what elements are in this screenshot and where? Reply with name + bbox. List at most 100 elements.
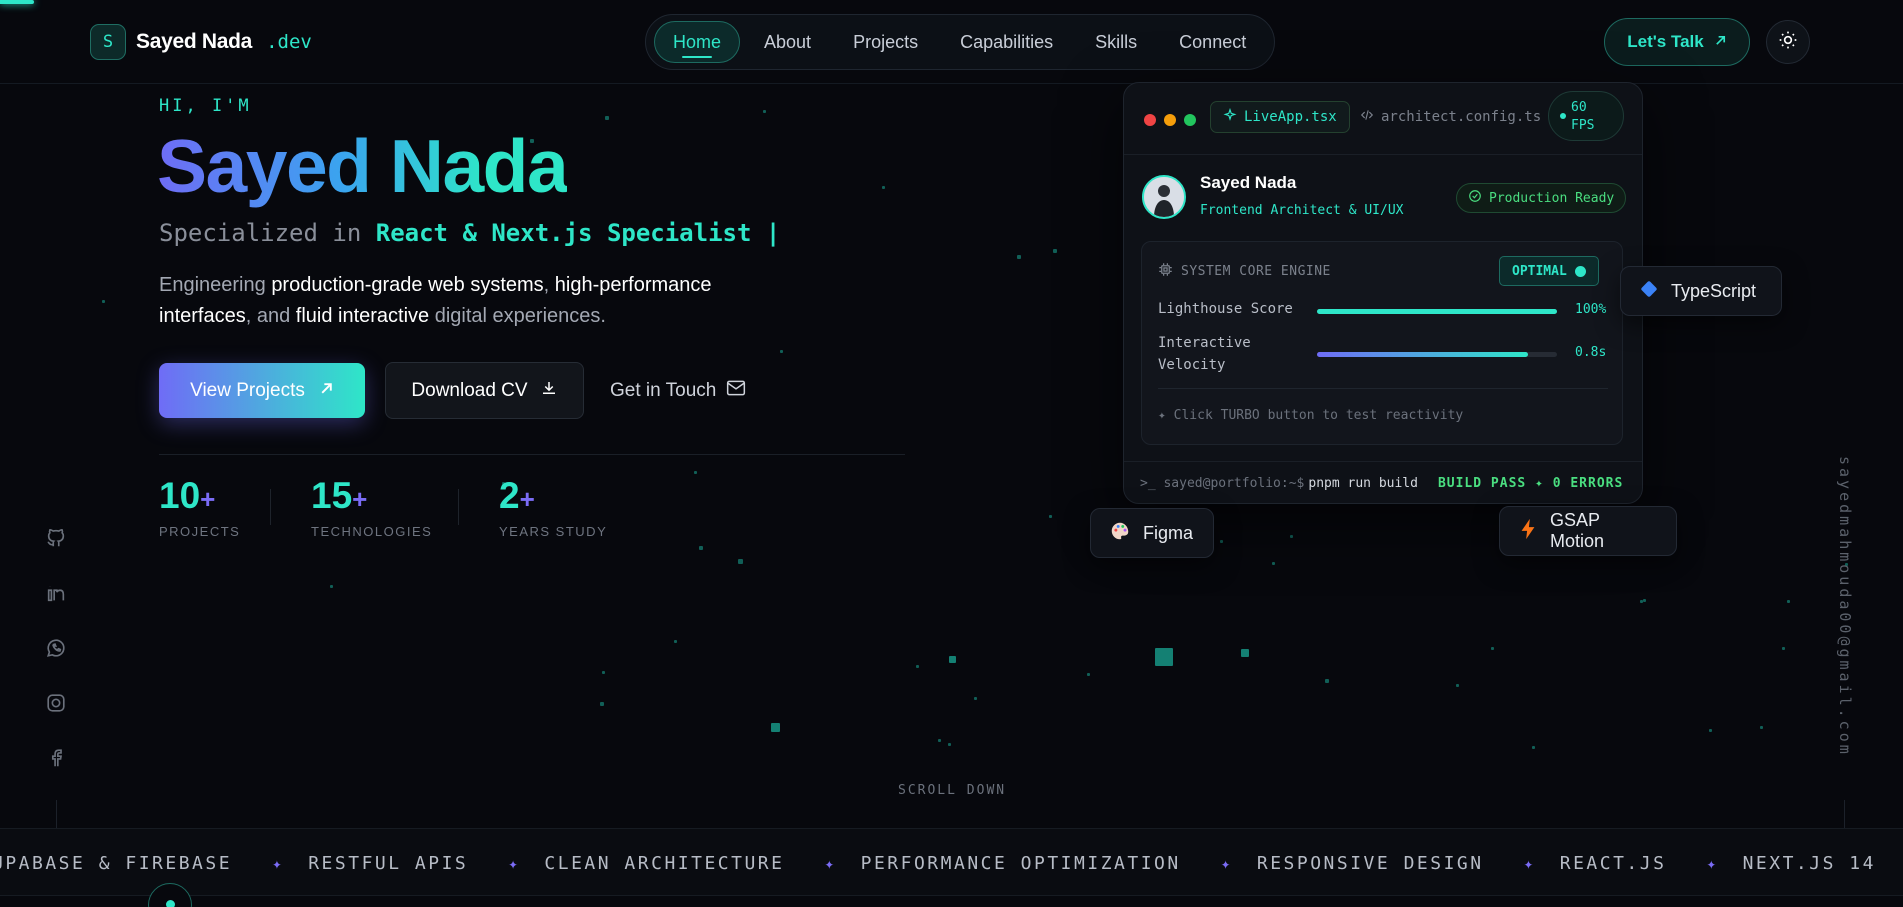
particle (1241, 649, 1249, 657)
diamond-icon (1639, 279, 1659, 304)
hero-name: Sayed Nada (157, 124, 569, 208)
system-core-engine-panel: SYSTEM CORE ENGINE OPTIMAL Lighthouse Sc… (1141, 241, 1623, 445)
particle (1325, 679, 1329, 683)
download-icon (540, 379, 558, 403)
particle (1272, 562, 1275, 565)
particle (102, 300, 105, 303)
scroll-down-hint[interactable]: SCROLL DOWN (898, 783, 1006, 798)
nav-item-skills[interactable]: Skills (1077, 21, 1155, 63)
particle (938, 739, 941, 742)
stat-years: 2+ YEARS STUDY (499, 475, 608, 539)
linkedin-icon[interactable] (42, 579, 70, 607)
metric-label-lighthouse: Lighthouse Score (1158, 301, 1293, 317)
metric-value-velocity: 0.8s (1575, 345, 1607, 360)
particle (763, 110, 766, 113)
sparkle-icon (1223, 107, 1237, 126)
marquee-item: ✦ RESTFUL APIS (272, 853, 469, 874)
metric-label-velocity: Interactive Velocity (1158, 335, 1251, 373)
tab-live-app[interactable]: LiveApp.tsx (1210, 101, 1350, 133)
fps-value: 60 (1571, 100, 1587, 115)
particle (1087, 673, 1090, 676)
cpu-icon (1158, 262, 1173, 281)
particle (1053, 249, 1057, 253)
tech-marquee: UPABASE & FIREBASE ✦ RESTFUL APIS ✦ CLEAN AR… (0, 828, 1903, 896)
side-email-link[interactable]: sayedmahmouda00@gmail.com (1836, 456, 1854, 757)
tab-architect-config[interactable]: architect.config.ts (1360, 101, 1541, 133)
nav-item-home[interactable]: Home (654, 21, 741, 63)
instagram-icon[interactable] (42, 689, 70, 717)
particle (1640, 600, 1643, 603)
code-icon (1360, 108, 1374, 126)
sparkle-icon: ✦ (1523, 854, 1536, 873)
palette-icon (1109, 520, 1131, 547)
optimal-badge[interactable]: OPTIMAL (1499, 256, 1599, 286)
build-status: BUILD PASS ✦ 0 ERRORS (1437, 476, 1624, 491)
download-cv-label: Download CV (411, 379, 528, 401)
github-icon[interactable] (42, 524, 70, 552)
marquee-item: ✦ PERFORMANCE OPTIMIZATION (824, 853, 1181, 874)
window-close-dot (1144, 114, 1156, 126)
brand-name: Sayed Nada (136, 30, 253, 53)
specialization-role: React & Next.js Specialist | (375, 219, 781, 247)
gsap-chip-label: GSAP Motion (1550, 510, 1605, 551)
main-nav: Home About Projects Capabilities Skills … (645, 14, 1275, 70)
brand[interactable]: S Sayed Nada .dev (90, 24, 312, 60)
hero-specialization: Specialized in React & Next.js Specialis… (159, 219, 780, 247)
particle (694, 471, 697, 474)
nav-item-capabilities[interactable]: Capabilities (942, 21, 1071, 63)
nav-item-projects[interactable]: Projects (835, 21, 936, 63)
marquee-item: ✦ CLEAN ARCHITECTURE (508, 853, 785, 874)
velocity-progress-fill (1317, 352, 1529, 357)
sparkle-icon: ✦ (1706, 854, 1719, 873)
card-header: LiveApp.tsx architect.config.ts 60 FPS (1124, 83, 1642, 155)
get-in-touch-button[interactable]: Get in Touch (610, 362, 746, 419)
sparkle-icon: ✦ (272, 854, 285, 873)
lets-talk-button[interactable]: Let's Talk (1604, 18, 1750, 66)
lets-talk-label: Let's Talk (1627, 32, 1704, 51)
particle (1491, 647, 1494, 650)
view-projects-button[interactable]: View Projects (159, 363, 365, 418)
whatsapp-icon[interactable] (42, 634, 70, 662)
particle (1532, 746, 1535, 749)
arrow-up-right-icon (1714, 32, 1727, 52)
particle (605, 116, 609, 120)
fps-badge: 60 FPS (1548, 91, 1624, 141)
marquee-item: ✦ NEXT.JS 14 (1706, 853, 1876, 874)
particle (600, 702, 604, 706)
particle (1220, 540, 1223, 543)
window-maximize-dot (1184, 114, 1196, 126)
metric-value-lighthouse: 100% (1575, 302, 1607, 317)
mail-icon (726, 379, 746, 403)
view-projects-label: View Projects (190, 379, 305, 401)
engine-title: SYSTEM CORE ENGINE (1158, 262, 1331, 281)
download-cv-button[interactable]: Download CV (385, 362, 584, 419)
stat-separator (458, 489, 459, 525)
specialization-prefix: Specialized in (159, 219, 362, 247)
sparkle-icon: ✦ (508, 854, 521, 873)
sparkle-icon: ✦ (1220, 854, 1233, 873)
typescript-chip: TypeScript (1620, 266, 1782, 316)
nav-item-connect[interactable]: Connect (1161, 21, 1264, 63)
particle (602, 671, 605, 674)
lighthouse-progress (1317, 309, 1557, 314)
marquee-item: ✦ REACT.JS (1523, 853, 1667, 874)
theme-toggle-button[interactable] (1766, 20, 1810, 64)
fps-unit: FPS (1571, 118, 1595, 133)
terminal-prompt: >_ sayed@portfolio:~$ (1140, 476, 1305, 491)
brand-logo: S (90, 24, 126, 60)
marquee-item: ✦TYPESCRIPT (1876, 853, 1903, 874)
status-badge-label: Production Ready (1489, 190, 1615, 206)
facebook-icon[interactable] (42, 744, 70, 772)
check-circle-icon (1468, 189, 1482, 207)
particle (330, 585, 333, 588)
particle (1017, 255, 1021, 259)
sun-icon (1778, 30, 1798, 55)
particle (948, 743, 951, 746)
turbo-hint: ✦ Click TURBO button to test reactivity (1158, 408, 1464, 423)
marquee-item: ✦ RESPONSIVE DESIGN (1220, 853, 1484, 874)
particle (1290, 535, 1293, 538)
particle (1787, 600, 1790, 603)
nav-item-about[interactable]: About (746, 21, 829, 63)
particle (1709, 729, 1712, 732)
arrow-up-right-icon (319, 380, 334, 402)
